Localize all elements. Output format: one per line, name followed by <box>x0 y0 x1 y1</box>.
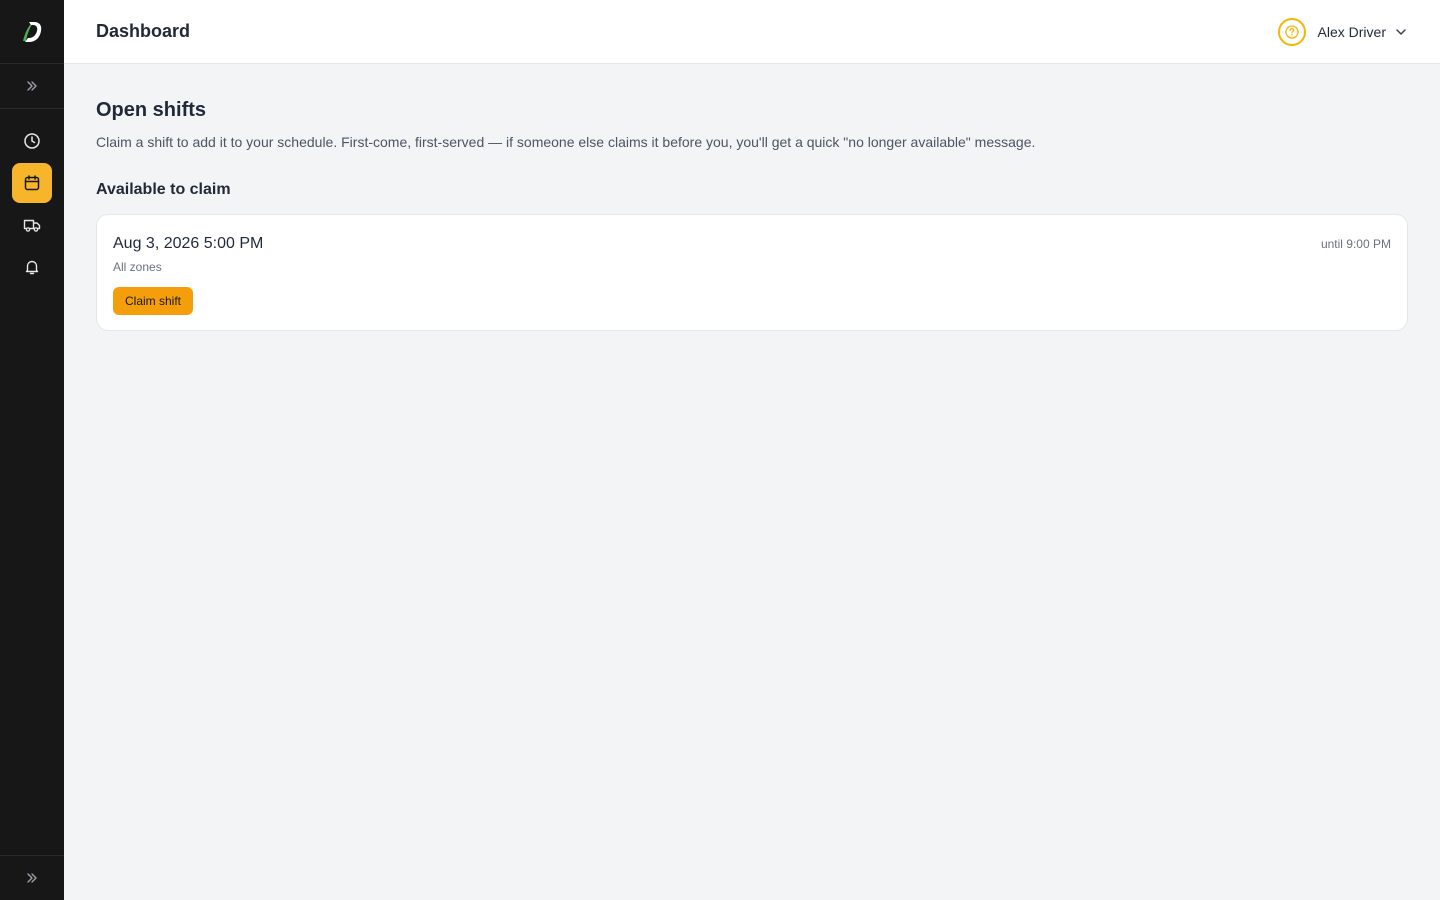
shift-zone: All zones <box>113 260 162 274</box>
sidebar-item-calendar[interactable] <box>12 163 52 203</box>
sidebar <box>0 0 64 900</box>
section-title: Available to claim <box>96 181 231 198</box>
user-name: Alex Driver <box>1317 23 1386 40</box>
calendar-icon <box>24 175 40 191</box>
top-header: Dashboard Alex Driver <box>64 0 1440 64</box>
user-menu[interactable]: Alex Driver <box>1318 24 1408 40</box>
help-button[interactable] <box>1277 17 1306 46</box>
sidebar-item-truck[interactable] <box>12 205 52 245</box>
claim-shift-button[interactable]: Claim shift <box>113 287 194 315</box>
sidebar-nav <box>12 121 52 287</box>
chevrons-right-icon <box>27 873 37 883</box>
sidebar-item-notifications[interactable] <box>12 247 52 287</box>
expand-sidebar-button[interactable] <box>0 64 64 109</box>
bell-icon <box>25 260 39 275</box>
clock-icon <box>24 133 40 149</box>
page-description: Claim a shift to add it to your schedule… <box>96 134 1036 150</box>
help-circle-icon <box>1284 24 1299 39</box>
header-actions: Alex Driver <box>1277 17 1408 46</box>
main-content: Open shifts Claim a shift to add it to y… <box>96 96 1408 331</box>
chevrons-right-icon <box>27 81 37 91</box>
shift-end-time: until 9:00 PM <box>1320 237 1391 251</box>
chevron-down-icon <box>1396 28 1406 35</box>
logo-icon <box>23 21 42 42</box>
page-title: Open shifts <box>96 99 207 121</box>
sidebar-item-clock[interactable] <box>12 121 52 161</box>
truck-icon <box>23 219 41 232</box>
shift-card: Aug 3, 2026 5:00 PM All zones until 9:00… <box>96 214 1408 331</box>
page-header-title: Dashboard <box>96 21 191 41</box>
expand-sidebar-bottom-button[interactable] <box>0 855 64 900</box>
app-logo[interactable] <box>0 0 64 64</box>
shift-date: Aug 3, 2026 5:00 PM <box>113 235 264 252</box>
